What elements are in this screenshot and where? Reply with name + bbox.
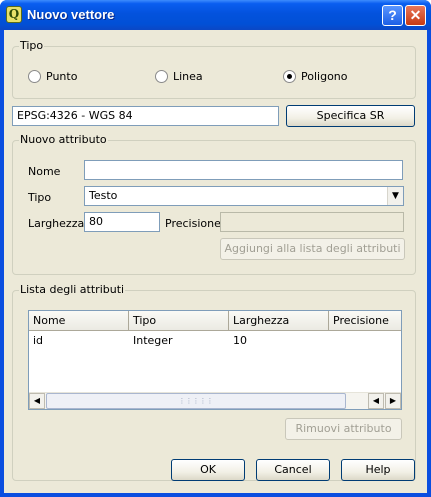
- table-cell-larghezza[interactable]: 10: [233, 334, 247, 347]
- larghezza-input[interactable]: 80: [84, 212, 160, 232]
- specifica-sr-button[interactable]: Specifica SR: [286, 105, 415, 127]
- tipo-group-title: Tipo: [19, 39, 45, 52]
- radio-linea-label: Linea: [173, 70, 203, 83]
- qgis-icon: Q: [6, 6, 22, 23]
- dialog-window: Q Nuovo vettore ? ✕ Tipo Punto Linea Pol…: [0, 0, 431, 497]
- column-header-tipo[interactable]: Tipo: [129, 311, 229, 331]
- column-header-larghezza[interactable]: Larghezza: [229, 311, 329, 331]
- tipo-group: Tipo Punto Linea Poligono: [12, 39, 416, 99]
- dialog-body: Tipo Punto Linea Poligono EPSG:4326 - WG…: [4, 30, 427, 493]
- title-close-button[interactable]: ✕: [405, 5, 426, 26]
- ok-button[interactable]: OK: [171, 459, 245, 481]
- precisione-label: Precisione: [165, 217, 221, 230]
- tipo-select-value: Testo: [89, 189, 118, 202]
- scroll-thumb[interactable]: ⋮⋮⋮⋮⋮: [46, 393, 346, 409]
- nome-input[interactable]: [84, 160, 403, 180]
- radio-poligono[interactable]: [283, 70, 296, 83]
- help-button[interactable]: Help: [341, 459, 415, 481]
- scroll-left-icon[interactable]: ◀: [29, 393, 45, 409]
- radio-linea[interactable]: [155, 70, 168, 83]
- nuovo-attributo-group: Nuovo attributo Nome Tipo Testo ▼ Larghe…: [12, 133, 416, 275]
- lista-attributi-group: Lista degli attributi Nome Tipo Larghezz…: [12, 283, 416, 481]
- attributes-table[interactable]: Nome Tipo Larghezza Precisione id Intege…: [28, 310, 402, 410]
- radio-poligono-label: Poligono: [301, 70, 348, 83]
- scroll-left-end-icon[interactable]: ◀: [368, 393, 384, 409]
- nuovo-attributo-title: Nuovo attributo: [19, 133, 108, 146]
- scroll-right-icon[interactable]: ▶: [385, 393, 401, 409]
- title-bar[interactable]: Q Nuovo vettore ? ✕: [0, 0, 431, 30]
- window-title: Nuovo vettore: [27, 7, 115, 22]
- horizontal-scrollbar[interactable]: ◀ ⋮⋮⋮⋮⋮ ◀ ▶: [29, 392, 401, 409]
- table-cell-tipo[interactable]: Integer: [133, 334, 173, 347]
- column-header-nome[interactable]: Nome: [29, 311, 129, 331]
- rimuovi-attributo-button[interactable]: Rimuovi attributo: [285, 418, 402, 440]
- lista-attributi-title: Lista degli attributi: [19, 283, 126, 296]
- tipo-label: Tipo: [28, 191, 52, 204]
- tipo-select[interactable]: Testo ▼: [84, 186, 404, 206]
- nome-label: Nome: [28, 165, 61, 178]
- cancel-button[interactable]: Cancel: [256, 459, 330, 481]
- column-header-precisione[interactable]: Precisione: [329, 311, 401, 331]
- precisione-input[interactable]: [220, 212, 404, 232]
- table-cell-nome[interactable]: id: [33, 334, 43, 347]
- aggiungi-attributo-button[interactable]: Aggiungi alla lista degli attributi: [220, 238, 405, 260]
- radio-punto-label: Punto: [46, 70, 78, 83]
- larghezza-label: Larghezza: [28, 217, 85, 230]
- crs-field[interactable]: EPSG:4326 - WGS 84: [12, 106, 279, 126]
- radio-punto[interactable]: [28, 70, 41, 83]
- title-help-button[interactable]: ?: [382, 5, 403, 26]
- chevron-down-icon[interactable]: ▼: [387, 187, 403, 205]
